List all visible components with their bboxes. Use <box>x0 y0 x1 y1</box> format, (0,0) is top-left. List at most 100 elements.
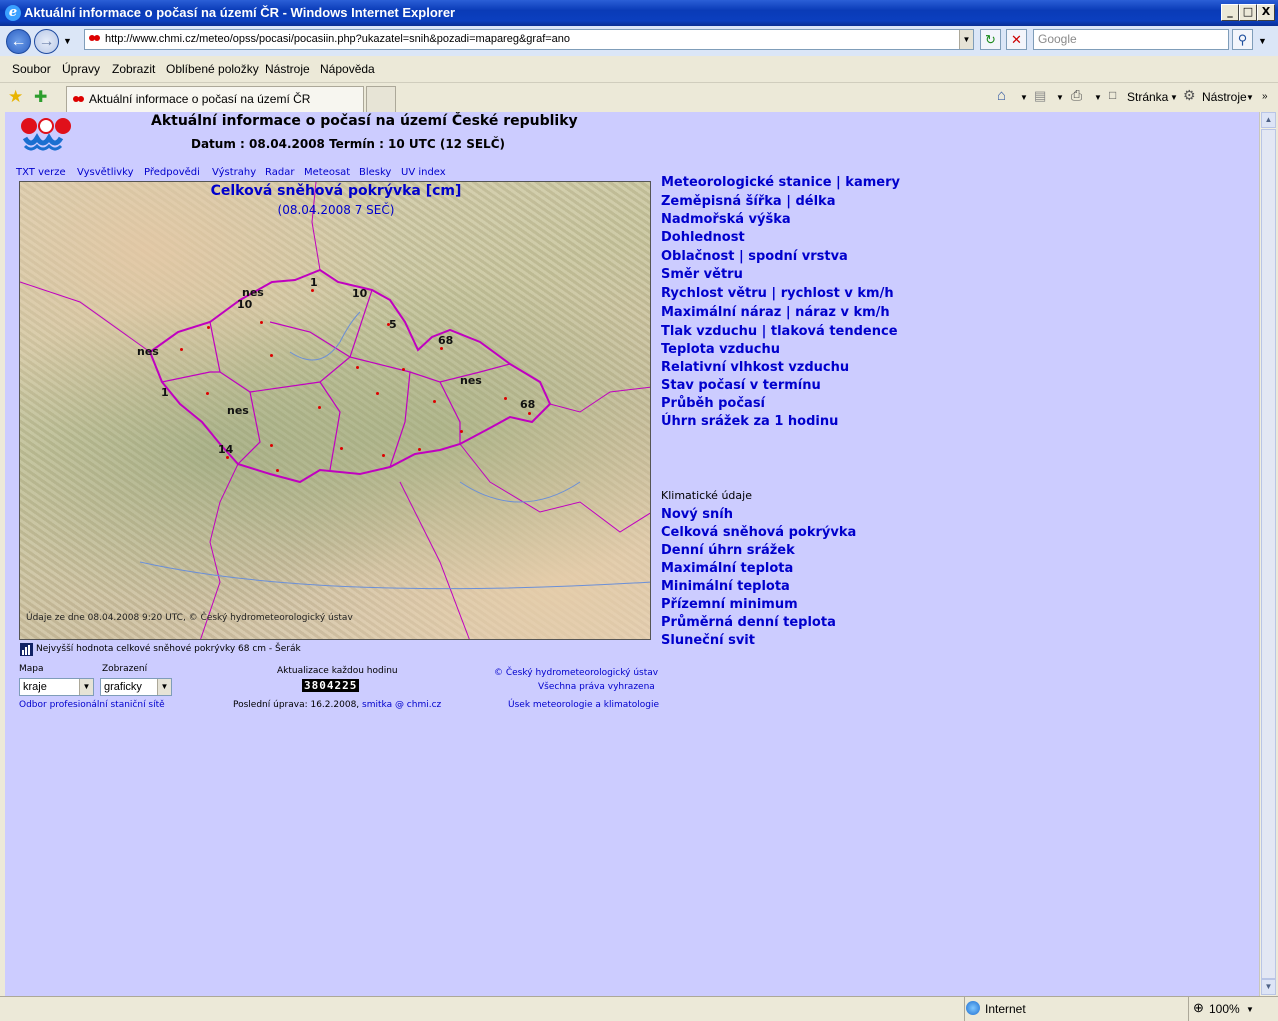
security-zone: Internet <box>985 1002 1026 1016</box>
link-prumerna-teplota[interactable]: Průměrná denní teplota <box>661 615 836 630</box>
forward-button[interactable]: → <box>34 29 59 54</box>
window-title: Aktuální informace o počasí na území ČR … <box>24 5 456 20</box>
link-uhrn-srazek[interactable]: Úhrn srážek za 1 hodinu <box>661 414 838 429</box>
copyright-link[interactable]: © Český hydrometeorologický ústav <box>494 668 658 678</box>
link-denni-uhrn[interactable]: Denní úhrn srážek <box>661 543 795 558</box>
minimize-button[interactable]: _ <box>1221 4 1239 21</box>
station-dot <box>433 400 436 403</box>
chart-icon[interactable] <box>20 643 33 656</box>
link-dohlednost[interactable]: Dohlednost <box>661 230 745 245</box>
add-favorite-icon[interactable]: ✚ <box>34 87 47 107</box>
search-options-icon[interactable]: ▼ <box>1258 36 1267 46</box>
menu-upravy[interactable]: Úpravy <box>62 62 100 76</box>
link-slunecni-svit[interactable]: Sluneční svit <box>661 633 755 648</box>
page-menu[interactable]: Stránka <box>1127 90 1168 104</box>
link-nadmorska-vyska[interactable]: Nadmořská výška <box>661 212 791 227</box>
link-min-teplota[interactable]: Minimální teplota <box>661 579 790 594</box>
section-link[interactable]: Úsek meteorologie a klimatologie <box>508 700 659 710</box>
search-input[interactable]: Google <box>1033 29 1229 50</box>
station-dot <box>340 447 343 450</box>
feeds-dropdown-icon[interactable]: ▼ <box>1056 93 1064 102</box>
rights-link[interactable]: Všechna práva vyhrazena <box>538 682 655 692</box>
last-update: Poslední úprava: 16.2.2008, smitka @ chm… <box>233 700 441 710</box>
nav-radar[interactable]: Radar <box>265 167 294 178</box>
link-stav-pocasi[interactable]: Stav počasí v termínu <box>661 378 821 393</box>
address-dropdown-icon[interactable]: ▼ <box>959 30 973 49</box>
page-dropdown-icon[interactable]: ▼ <box>1170 93 1178 102</box>
feeds-icon[interactable]: ▤ <box>1034 88 1046 104</box>
zobrazeni-select[interactable]: graficky ▼ <box>100 678 172 696</box>
favorites-star-icon[interactable]: ★ <box>8 87 23 107</box>
home-dropdown-icon[interactable]: ▼ <box>1020 93 1028 102</box>
nav-blesky[interactable]: Blesky <box>359 167 391 178</box>
mapa-select[interactable]: kraje ▼ <box>19 678 94 696</box>
scroll-up-icon[interactable]: ▲ <box>1261 112 1276 128</box>
print-dropdown-icon[interactable]: ▼ <box>1094 93 1102 102</box>
nav-vystrahy[interactable]: Výstrahy <box>212 167 256 178</box>
map-value-label: 5 <box>389 318 397 331</box>
home-icon[interactable]: ⌂ <box>997 87 1006 104</box>
zoom-level[interactable]: 100% <box>1209 1002 1240 1016</box>
visit-counter: 3804225 <box>302 679 360 692</box>
search-icon[interactable]: ⚲ <box>1232 29 1253 50</box>
map-value-label: 10 <box>237 298 253 311</box>
tab-label: Aktuální informace o počasí na území ČR <box>89 92 311 106</box>
link-prubeh-pocasi[interactable]: Průběh počasí <box>661 396 765 411</box>
map-borders <box>20 182 650 639</box>
menu-napoveda[interactable]: Nápověda <box>320 62 375 76</box>
map-value-label: 68 <box>520 398 536 411</box>
link-oblacnost[interactable]: Oblačnost | spodní vrstva <box>661 249 848 264</box>
address-input[interactable]: http://www.chmi.cz/meteo/opss/pocasi/poc… <box>84 29 974 50</box>
menu-soubor[interactable]: Soubor <box>12 62 51 76</box>
dept-link[interactable]: Odbor profesionální staniční sítě <box>19 700 165 710</box>
menu-nastroje[interactable]: Nástroje <box>265 62 310 76</box>
link-tlak[interactable]: Tlak vzduchu | tlaková tendence <box>661 324 898 339</box>
back-button[interactable]: ← <box>6 29 31 54</box>
menu-zobrazit[interactable]: Zobrazit <box>112 62 155 76</box>
page-icon: □ <box>1109 88 1117 102</box>
link-vlhkost[interactable]: Relativní vlhkost vzduchu <box>661 360 849 375</box>
close-button[interactable]: X <box>1257 4 1275 21</box>
nav-predpovedi[interactable]: Předpovědi <box>144 167 200 178</box>
tools-menu[interactable]: Nástroje <box>1202 90 1247 104</box>
scroll-thumb[interactable] <box>1261 129 1276 979</box>
zoom-icon[interactable]: ⊕ <box>1193 1000 1204 1016</box>
tab-active[interactable]: Aktuální informace o počasí na území ČR <box>66 86 364 112</box>
refresh-icon[interactable]: ↻ <box>980 29 1001 50</box>
station-dot <box>528 412 531 415</box>
link-naraz[interactable]: Maximální náraz | náraz v km/h <box>661 305 890 320</box>
map-title: Celková sněhová pokrývka [cm] <box>210 183 462 199</box>
link-max-teplota[interactable]: Maximální teplota <box>661 561 793 576</box>
link-snehova-pokryvka[interactable]: Celková sněhová pokrývka <box>661 525 856 540</box>
link-sirka-delka[interactable]: Zeměpisná šířka | délka <box>661 194 835 209</box>
link-prizemni-minimum[interactable]: Přízemní minimum <box>661 597 798 612</box>
mapa-select-value: kraje <box>23 681 47 693</box>
tools-dropdown-icon[interactable]: ▼ <box>1246 93 1254 102</box>
scroll-down-icon[interactable]: ▼ <box>1261 979 1276 995</box>
station-dot <box>206 392 209 395</box>
last-update-text: Poslední úprava: 16.2.2008, <box>233 700 360 710</box>
stop-icon[interactable]: ✕ <box>1006 29 1027 50</box>
zoom-dropdown-icon[interactable]: ▼ <box>1246 1005 1254 1014</box>
vertical-scrollbar[interactable]: ▲ ▼ <box>1259 112 1276 996</box>
maximize-button[interactable]: □ <box>1239 4 1257 21</box>
snow-cover-map[interactable]: Celková sněhová pokrývka [cm] (08.04.200… <box>19 181 651 640</box>
nav-uv-index[interactable]: UV index <box>401 167 446 178</box>
chevron-right-icon[interactable]: » <box>1262 91 1268 102</box>
menu-bar: Soubor Úpravy Zobrazit Oblíbené položky … <box>0 56 1278 82</box>
print-icon[interactable]: ⎙ <box>1071 87 1082 104</box>
new-tab-button[interactable] <box>366 86 396 112</box>
nav-meteosat[interactable]: Meteosat <box>304 167 350 178</box>
zobrazeni-label: Zobrazení <box>102 664 148 674</box>
link-teplota[interactable]: Teplota vzduchu <box>661 342 780 357</box>
map-value-label: 1 <box>161 386 169 399</box>
link-stanice-kamery[interactable]: Meteorologické stanice | kamery <box>661 175 900 190</box>
link-novy-snih[interactable]: Nový sníh <box>661 507 733 522</box>
menu-oblibene[interactable]: Oblíbené položky <box>166 62 259 76</box>
nav-txt-verze[interactable]: TXT verze <box>16 167 66 178</box>
email-link[interactable]: smitka @ chmi.cz <box>362 700 441 710</box>
link-rychlost-vetru[interactable]: Rychlost větru | rychlost v km/h <box>661 286 894 301</box>
nav-vysvetlivky[interactable]: Vysvětlivky <box>77 167 134 178</box>
history-dropdown-icon[interactable]: ▼ <box>63 36 72 46</box>
link-smer-vetru[interactable]: Směr větru <box>661 267 743 282</box>
